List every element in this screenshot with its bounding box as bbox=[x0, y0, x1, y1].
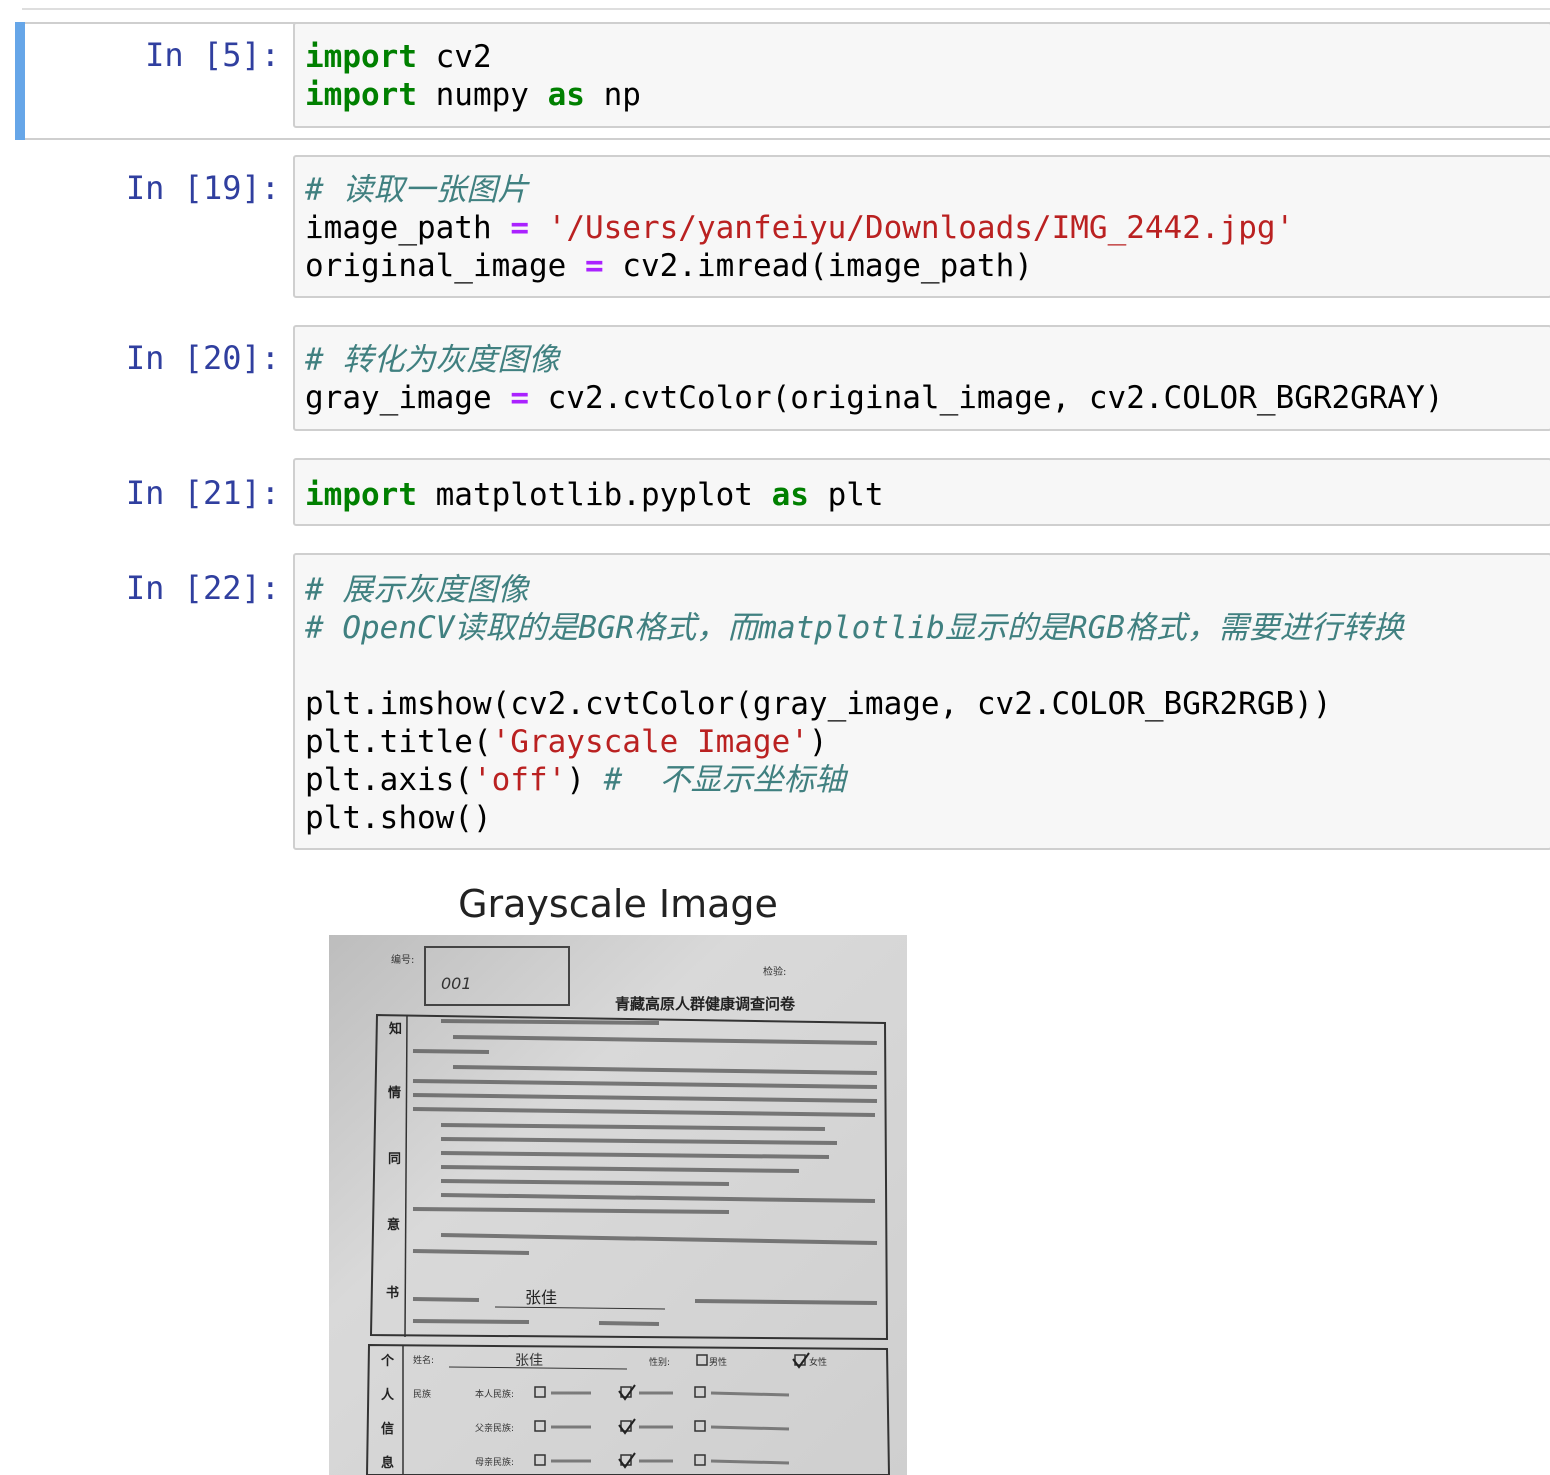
svg-text:知: 知 bbox=[389, 1021, 402, 1037]
keyword-import: import bbox=[305, 77, 417, 113]
code-comment: # 展示灰度图像 bbox=[305, 572, 529, 608]
svg-text:女性: 女性 bbox=[809, 1356, 827, 1368]
grayscale-image-output: 编号: 001 检验: 青藏高原人群健康调查问卷 知 情 同 意 书 张佳 个 … bbox=[329, 935, 907, 1475]
svg-text:张佳: 张佳 bbox=[525, 1288, 557, 1307]
cell-prompt: In [20]: bbox=[125, 339, 280, 377]
code-cell-3[interactable]: In [20]: # 转化为灰度图像 gray_image = cv2.cvtC… bbox=[0, 325, 1550, 433]
cell-prompt: In [21]: bbox=[125, 474, 280, 512]
svg-text:同: 同 bbox=[388, 1152, 401, 1167]
keyword-as: as bbox=[547, 77, 585, 113]
code-input[interactable]: # 读取一张图片 image_path = '/Users/yanfeiyu/D… bbox=[293, 155, 1550, 298]
svg-text:男性: 男性 bbox=[709, 1356, 727, 1368]
svg-text:青藏高原人群健康调查问卷: 青藏高原人群健康调查问卷 bbox=[615, 995, 796, 1013]
code-cell-2[interactable]: In [19]: # 读取一张图片 image_path = '/Users/y… bbox=[0, 155, 1550, 300]
svg-text:性别:: 性别: bbox=[649, 1356, 670, 1368]
svg-text:母亲民族:: 母亲民族: bbox=[475, 1456, 514, 1468]
svg-text:检验:: 检验: bbox=[763, 965, 786, 978]
svg-text:意: 意 bbox=[387, 1217, 400, 1233]
cell-prompt: In [19]: bbox=[125, 169, 280, 207]
code-input[interactable]: # 展示灰度图像 # OpenCV读取的是BGR格式，而matplotlib显示… bbox=[293, 553, 1550, 850]
svg-text:001: 001 bbox=[441, 974, 472, 993]
code-cell-5[interactable]: In [22]: # 展示灰度图像 # OpenCV读取的是BGR格式，而mat… bbox=[0, 553, 1550, 853]
notebook-top-divider bbox=[22, 8, 1550, 10]
plot-title: Grayscale Image bbox=[458, 882, 778, 926]
code-input[interactable]: import matplotlib.pyplot as plt bbox=[293, 458, 1550, 526]
cell-prompt: In [5]: bbox=[145, 36, 280, 74]
code-comment: # 转化为灰度图像 bbox=[305, 342, 560, 378]
code-cell-1[interactable]: In [5]: import cv2 import numpy as np bbox=[0, 22, 1550, 140]
svg-text:个: 个 bbox=[380, 1353, 395, 1369]
svg-text:张佳: 张佳 bbox=[515, 1353, 543, 1369]
cell-prompt: In [22]: bbox=[125, 569, 280, 607]
code-comment: # OpenCV读取的是BGR格式，而matplotlib显示的是RGB格式，需… bbox=[305, 610, 1404, 646]
svg-text:人: 人 bbox=[381, 1387, 395, 1403]
svg-text:书: 书 bbox=[386, 1285, 399, 1301]
code-input[interactable]: # 转化为灰度图像 gray_image = cv2.cvtColor(orig… bbox=[293, 325, 1550, 431]
code-input[interactable]: import cv2 import numpy as np bbox=[293, 22, 1550, 128]
svg-text:编号:: 编号: bbox=[391, 953, 414, 966]
keyword-import: import bbox=[305, 39, 417, 75]
svg-text:本人民族:: 本人民族: bbox=[475, 1388, 514, 1400]
svg-text:父亲民族:: 父亲民族: bbox=[475, 1422, 514, 1434]
code-comment: # 读取一张图片 bbox=[305, 172, 529, 208]
svg-text:民族: 民族 bbox=[413, 1388, 431, 1400]
code-cell-4[interactable]: In [21]: import matplotlib.pyplot as plt bbox=[0, 458, 1550, 528]
svg-text:息: 息 bbox=[381, 1455, 394, 1471]
svg-text:情: 情 bbox=[388, 1085, 401, 1101]
svg-text:姓名:: 姓名: bbox=[413, 1354, 434, 1366]
svg-text:信: 信 bbox=[381, 1421, 394, 1437]
